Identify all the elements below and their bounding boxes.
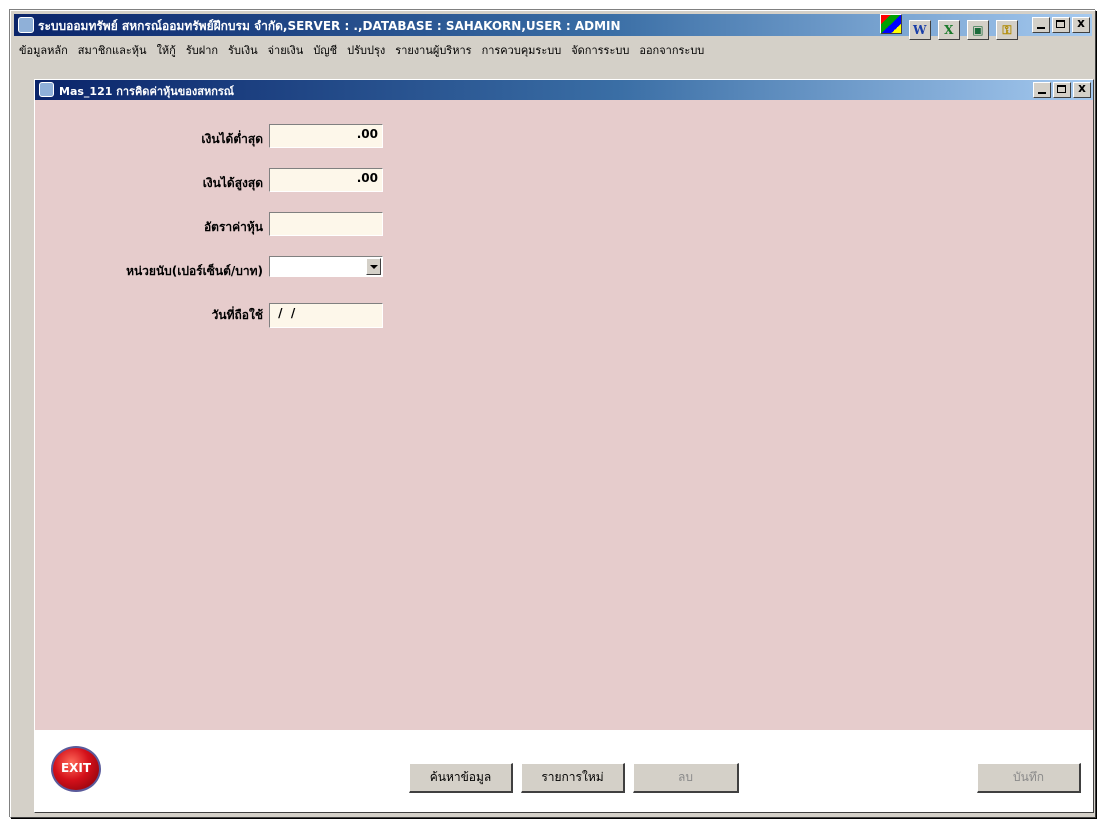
menu-adjust[interactable]: ปรับปรุง [342,38,390,59]
share-rate-field[interactable] [269,212,383,236]
share-calculation-form: Mas_121 การคิดค่าหุ้นของสหกรณ์ x เงินได้… [34,79,1094,813]
action-bar: EXIT ค้นหาข้อมูล รายการใหม่ ลบ บันทึก [35,730,1093,812]
form-minimize-button[interactable] [1033,82,1051,98]
menu-system-control[interactable]: การควบคุมระบบ [477,38,567,59]
min-income-label: เงินได้ต่ำสุด [201,132,263,146]
exit-button[interactable]: EXIT [51,746,101,792]
minimize-icon [1038,92,1046,94]
menu-pay-money[interactable]: จ่ายเงิน [263,38,309,59]
close-icon: x [1077,16,1085,30]
key-icon[interactable]: ⚿ [996,20,1018,40]
minimize-icon [1037,27,1045,29]
menu-loans[interactable]: ให้กู้ [152,38,181,59]
menu-master-data[interactable]: ข้อมูลหลัก [14,38,73,59]
quick-launch-icons: W X ▣ ⚿ [878,14,1018,40]
form-icon[interactable] [39,82,54,97]
exit-label: EXIT [60,761,92,775]
word-icon[interactable]: W [908,20,931,40]
form-maximize-button[interactable] [1053,82,1071,98]
form-close-button[interactable]: x [1073,81,1091,98]
form-title-bar[interactable]: Mas_121 การคิดค่าหุ้นของสหกรณ์ x [35,80,1093,100]
main-window: ระบบออมทรัพย์ สหกรณ์ออมทรัพย์ฝึกบรม จำกั… [10,10,1096,818]
minimize-button[interactable] [1032,17,1050,33]
unit-label: หน่วยนับ(เปอร์เซ็นต์/บาท) [126,264,263,278]
chevron-down-icon[interactable] [366,258,381,275]
window-title: ระบบออมทรัพย์ สหกรณ์ออมทรัพย์ฝึกบรม จำกั… [38,19,621,33]
max-income-label: เงินได้สูงสุด [202,176,263,190]
menu-logout[interactable]: ออกจากระบบ [634,38,709,59]
form-window-controls: x [1031,81,1091,98]
close-button[interactable]: x [1072,16,1090,33]
menu-bar: ข้อมูลหลัก สมาชิกและหุ้น ให้กู้ รับฝาก รับเง… [14,38,1092,58]
form-title: Mas_121 การคิดค่าหุ้นของสหกรณ์ [59,85,234,98]
main-window-controls: x [1030,16,1090,33]
maximize-button[interactable] [1052,17,1070,33]
menu-members-shares[interactable]: สมาชิกและหุ้น [73,38,152,59]
menu-receive-money[interactable]: รับเงิน [223,38,263,59]
screen-icon[interactable]: ▣ [966,20,989,40]
menu-executive-reports[interactable]: รายงานผู้บริหาร [390,38,476,59]
delete-button[interactable]: ลบ [633,763,739,793]
menu-accounts[interactable]: บัญชี [308,38,342,59]
unit-dropdown[interactable] [269,256,383,277]
max-income-field[interactable]: .00 [269,168,383,192]
effective-date-field[interactable]: / / [269,303,383,328]
search-button[interactable]: ค้นหาข้อมูล [409,763,513,793]
save-button[interactable]: บันทึก [977,763,1081,793]
main-title-bar[interactable]: ระบบออมทรัพย์ สหกรณ์ออมทรัพย์ฝึกบรม จำกั… [14,14,1092,40]
maximize-icon [1056,20,1065,28]
color-palette-icon[interactable] [879,14,902,34]
share-rate-label: อัตราค่าหุ้น [203,220,263,234]
effective-date-label: วันที่ถือใช้ [211,308,263,322]
new-record-button[interactable]: รายการใหม่ [521,763,625,793]
app-icon[interactable] [18,17,34,33]
excel-icon[interactable]: X [937,20,960,40]
menu-system-management[interactable]: จัดการระบบ [566,38,634,59]
min-income-field[interactable]: .00 [269,124,383,148]
menu-deposits[interactable]: รับฝาก [181,38,223,59]
close-icon: x [1078,81,1086,95]
maximize-icon [1057,85,1066,93]
